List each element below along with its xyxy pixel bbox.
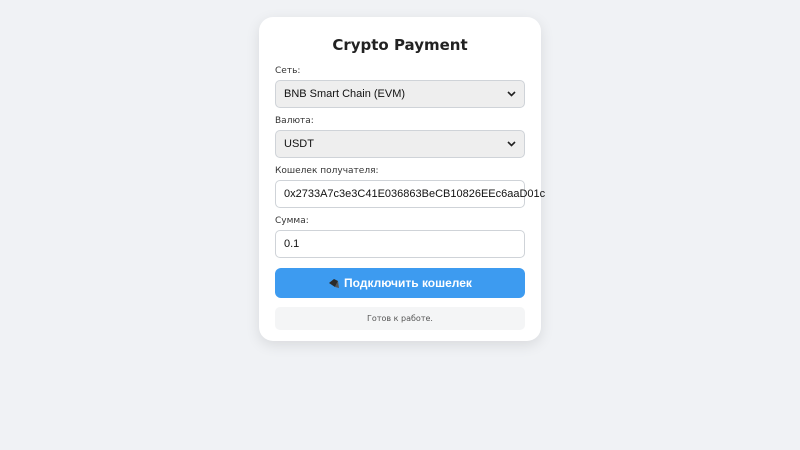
amount-value: 0.1 — [284, 238, 300, 250]
connect-wallet-button[interactable]: Подключить кошелек — [275, 268, 525, 298]
currency-select[interactable]: USDT — [275, 130, 525, 158]
currency-label: Валюта: — [275, 116, 314, 126]
wallet-label: Кошелек получателя: — [275, 166, 379, 176]
chevron-down-icon — [506, 139, 516, 149]
network-selected-value: BNB Smart Chain (EVM) — [284, 88, 406, 100]
chevron-down-icon — [506, 89, 516, 99]
wallet-icon — [328, 277, 340, 289]
amount-input[interactable]: 0.1 — [275, 230, 525, 258]
network-label: Сеть: — [275, 66, 301, 76]
wallet-address-input[interactable]: 0x2733A7c3e3C41E036863BeCB10826EEc6aaD01… — [275, 180, 545, 208]
page-title: Crypto Payment — [332, 36, 468, 54]
amount-label: Сумма: — [275, 216, 309, 226]
status-message: Готов к работе. — [275, 307, 525, 330]
network-select[interactable]: BNB Smart Chain (EVM) — [275, 80, 525, 108]
payment-card: Crypto Payment Сеть: BNB Smart Chain (EV… — [259, 17, 545, 341]
currency-selected-value: USDT — [284, 138, 314, 150]
wallet-address-value: 0x2733A7c3e3C41E036863BeCB10826EEc6aaD01… — [284, 188, 546, 200]
connect-wallet-label: Подключить кошелек — [344, 276, 472, 290]
